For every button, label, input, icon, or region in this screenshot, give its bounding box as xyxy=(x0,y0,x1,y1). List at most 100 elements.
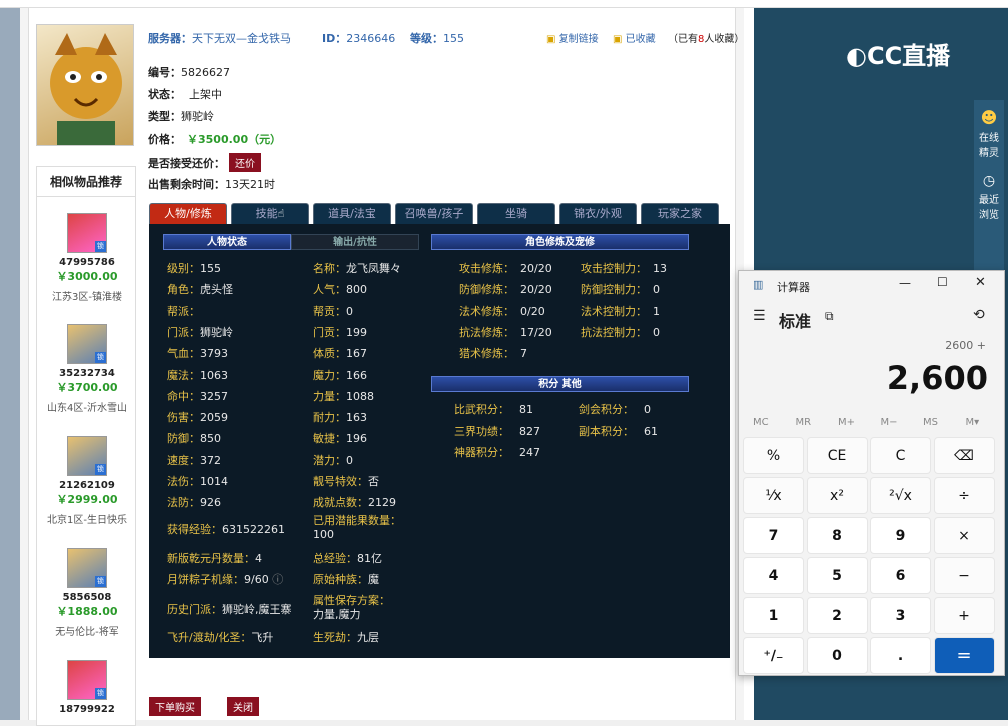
item-thumbnail: 锁 xyxy=(67,213,107,253)
hand-cursor-icon: ☝ xyxy=(277,207,285,220)
tab-home[interactable]: 玩家之家 xyxy=(641,203,719,224)
cultivation-row: 法术修炼： 0/20 xyxy=(459,303,545,319)
stat-row: 法防：926 xyxy=(167,494,221,510)
stat-label: 获得经验： xyxy=(167,523,222,536)
stat-value: 166 xyxy=(346,368,367,382)
item-status: 状态： 上架中 xyxy=(148,86,222,102)
points-row: 副本积分： 61 xyxy=(579,423,658,439)
memory-button: MR xyxy=(795,417,812,428)
calc-key[interactable]: . xyxy=(870,637,931,674)
price-value: ￥3500.00（元） xyxy=(187,133,282,146)
calc-key[interactable]: 1 xyxy=(743,597,804,634)
calc-key[interactable]: ⁺∕₋ xyxy=(743,637,804,674)
calc-key[interactable]: 6 xyxy=(870,557,931,594)
stat-value: 龙飞凤舞々 xyxy=(346,262,401,275)
stat-label: 剑会积分： xyxy=(579,403,634,416)
close-page-button[interactable]: 关闭 xyxy=(227,697,259,716)
stat-value: 力量,魔力 xyxy=(313,608,361,621)
calc-key[interactable]: × xyxy=(933,517,995,554)
calc-key[interactable]: 9 xyxy=(870,517,931,554)
tab-mounts[interactable]: 坐骑 xyxy=(477,203,555,224)
calc-key[interactable]: C xyxy=(870,437,931,474)
rec-server: 山东4区-沂水雪山 xyxy=(47,403,127,414)
minimize-icon[interactable]: — xyxy=(899,276,911,290)
race-row: 原始种族：魔 xyxy=(313,571,379,587)
item-bargain: 是否接受还价： 还价 xyxy=(148,153,261,172)
stat-value: 61 xyxy=(644,424,658,438)
stat-label: 级别： xyxy=(167,262,200,275)
stat-label: 防御： xyxy=(167,432,200,446)
stat-value: 827 xyxy=(519,424,540,438)
recommend-item[interactable]: 锁 21262109 ￥2999.00 北京1区-生日快乐 xyxy=(37,436,137,526)
stat-row: 级别：155 xyxy=(167,260,221,276)
stat-value: 狮驼岭 xyxy=(200,325,233,339)
history-icon[interactable]: ⟲ xyxy=(973,307,985,323)
stat-label: 比武积分： xyxy=(454,403,509,416)
expression-display: 2600 + xyxy=(945,339,986,352)
stat-value: 0 xyxy=(653,283,660,297)
close-icon[interactable]: ✕ xyxy=(975,275,986,290)
copy-link-button[interactable]: ▣ 复制链接 xyxy=(546,30,599,45)
calc-key[interactable]: ⅟x xyxy=(743,477,804,514)
calc-key[interactable]: x² xyxy=(806,477,868,514)
item-badge-icon: 锁 xyxy=(95,464,106,475)
cc-logo: ◐CC直播 xyxy=(846,36,950,71)
calc-key[interactable]: ⌫ xyxy=(933,437,995,474)
id-info: ID：2346646 xyxy=(322,30,395,46)
recommend-item[interactable]: 锁 5856508 ￥1888.00 无与伦比-将军 xyxy=(37,548,137,638)
stat-value: 17/20 xyxy=(520,325,552,339)
stat-value: 魔 xyxy=(368,573,379,586)
calc-key[interactable]: − xyxy=(933,557,995,594)
calc-key[interactable]: 7 xyxy=(743,517,804,554)
section-output[interactable]: 输出/抗性 xyxy=(291,234,419,250)
menu-icon[interactable]: ☰ xyxy=(753,308,766,324)
memory-button[interactable]: MS xyxy=(923,417,938,428)
calc-key[interactable]: 0 xyxy=(806,637,868,674)
help-icon[interactable]: ⓘ xyxy=(272,573,283,586)
recommend-item[interactable]: 锁 35232734 ￥3700.00 山东4区-沂水雪山 xyxy=(37,324,137,414)
control-row: 攻击控制力： 13 xyxy=(581,260,667,276)
memory-button[interactable]: M▾ xyxy=(966,417,980,428)
memory-button[interactable]: M+ xyxy=(838,417,855,428)
calc-key[interactable]: CE xyxy=(806,437,868,474)
recommend-item[interactable]: 锁 18799922 xyxy=(37,660,137,715)
rec-server: 北京1区-生日快乐 xyxy=(47,515,127,526)
maximize-icon[interactable]: ☐ xyxy=(937,275,948,289)
calc-key[interactable]: 2 xyxy=(806,597,868,634)
stat-row: 命中：3257 xyxy=(167,388,228,404)
keep-on-top-icon[interactable]: ⧉ xyxy=(825,309,834,324)
side-toolbar: ☻ 在线精灵 ◷ 最近浏览 xyxy=(974,100,1004,290)
stat-value: 631522261 xyxy=(222,523,285,536)
calc-key[interactable]: ²√x xyxy=(870,477,931,514)
section-status[interactable]: 人物状态 xyxy=(163,234,291,250)
tab-pets[interactable]: 召唤兽/孩子 xyxy=(395,203,473,224)
recommend-item[interactable]: 锁 47995786 ￥3000.00 江苏3区-镇淮楼 xyxy=(37,213,137,303)
online-sprite-button[interactable]: 在线精灵 xyxy=(978,129,1000,159)
tab-character[interactable]: 人物/修炼 xyxy=(149,203,227,224)
buy-button[interactable]: 下单购买 xyxy=(149,697,201,716)
level-label: 等级： xyxy=(410,32,443,45)
calc-key[interactable]: 4 xyxy=(743,557,804,594)
tab-skills[interactable]: 技能☝ xyxy=(231,203,309,224)
bargain-button[interactable]: 还价 xyxy=(229,153,261,172)
calc-key[interactable]: 8 xyxy=(806,517,868,554)
copy-link-label: 复制链接 xyxy=(558,34,599,45)
memory-button: MC xyxy=(753,417,769,428)
calc-key[interactable]: = xyxy=(933,637,995,674)
stat-value: 163 xyxy=(346,411,367,425)
memory-button[interactable]: M− xyxy=(881,417,898,428)
calc-key[interactable]: % xyxy=(743,437,804,474)
favorite-button[interactable]: ▣ 已收藏 xyxy=(613,30,656,45)
calc-key[interactable]: + xyxy=(933,597,995,634)
recent-browse-button[interactable]: 最近浏览 xyxy=(978,191,1000,221)
history-row: 历史门派：狮驼岭,魔王寨 xyxy=(167,601,292,617)
calc-key[interactable]: ÷ xyxy=(933,477,995,514)
tab-items[interactable]: 道具/法宝 xyxy=(313,203,391,224)
stat-label: 月饼粽子机缘： xyxy=(167,573,244,586)
calc-key[interactable]: 5 xyxy=(806,557,868,594)
stat-row: 体质：167 xyxy=(313,345,367,361)
fly-row: 飞升/渡劫/化圣：飞升 xyxy=(167,629,273,645)
calc-key[interactable]: 3 xyxy=(870,597,931,634)
tab-outfits[interactable]: 锦衣/外观 xyxy=(559,203,637,224)
rec-id: 47995786 xyxy=(59,257,115,268)
